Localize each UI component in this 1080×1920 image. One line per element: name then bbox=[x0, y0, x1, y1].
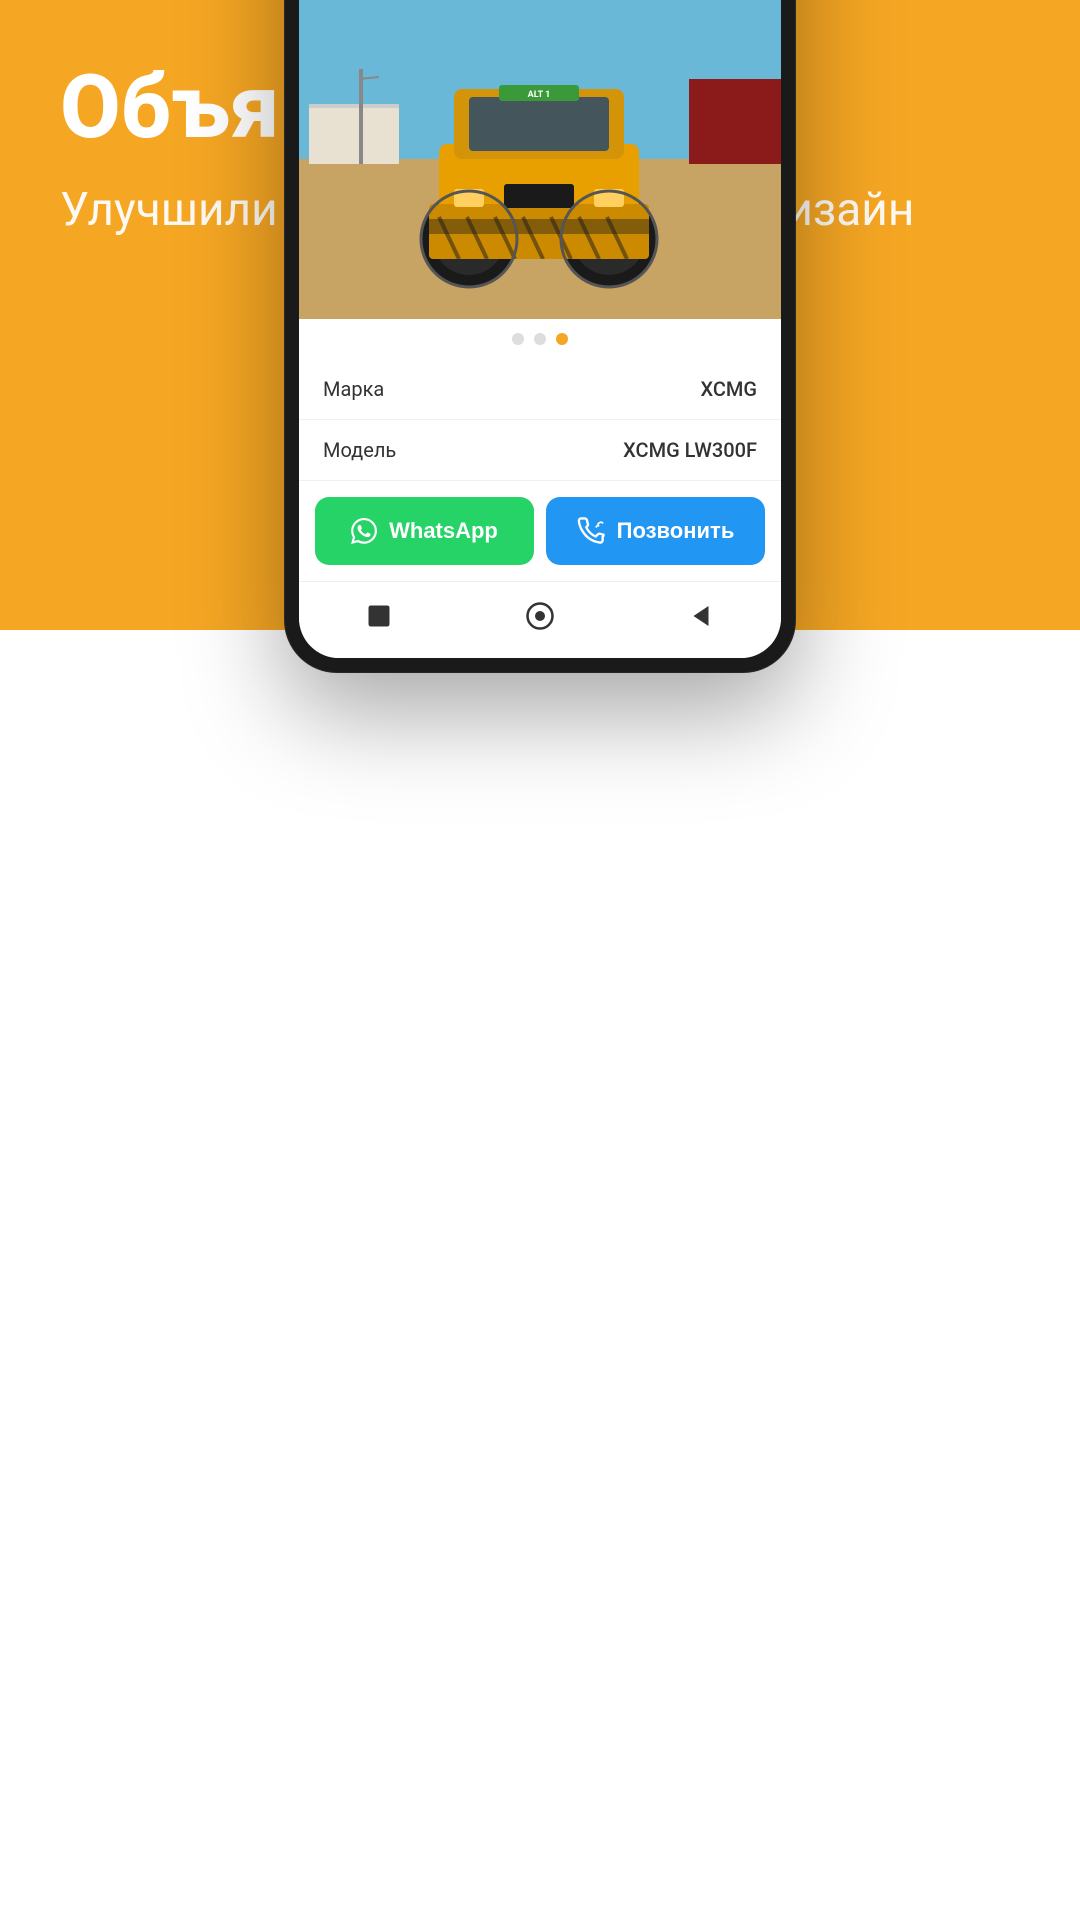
whatsapp-label: WhatsApp bbox=[389, 518, 498, 544]
square-icon bbox=[365, 602, 393, 630]
nav-square-button[interactable] bbox=[361, 598, 397, 634]
spec-row-model: Модель XCMG LW300F bbox=[299, 420, 781, 481]
whatsapp-icon bbox=[351, 518, 377, 544]
circle-icon bbox=[525, 601, 555, 631]
phone-icon bbox=[577, 517, 605, 545]
nav-home-button[interactable] bbox=[522, 598, 558, 634]
back-triangle-icon bbox=[686, 601, 716, 631]
spec-row-brand: Марка XCMG bbox=[299, 359, 781, 420]
whatsapp-button[interactable]: WhatsApp bbox=[315, 497, 534, 565]
phone-frame: 15:56 bbox=[285, 0, 795, 672]
phone-screen: 15:56 bbox=[299, 0, 781, 658]
call-button[interactable]: Позвонить bbox=[546, 497, 765, 565]
specs-table: Марка XCMG Модель XCMG LW300F bbox=[299, 359, 781, 481]
spec-label-model: Модель bbox=[323, 438, 396, 462]
dot-1 bbox=[512, 333, 524, 345]
image-dots bbox=[299, 319, 781, 359]
loader-illustration: ALT 1 bbox=[299, 0, 781, 319]
dot-3 bbox=[556, 333, 568, 345]
call-label: Позвонить bbox=[617, 518, 735, 544]
product-image: ALT 1 bbox=[299, 0, 781, 319]
white-section: 15:56 bbox=[0, 630, 1080, 1920]
action-buttons: WhatsApp Позвонить bbox=[299, 481, 781, 581]
spec-value-model: XCMG LW300F bbox=[623, 438, 757, 462]
spec-label-brand: Марка bbox=[323, 377, 384, 401]
dot-2 bbox=[534, 333, 546, 345]
svg-text:ALT 1: ALT 1 bbox=[528, 90, 551, 100]
spec-value-brand: XCMG bbox=[700, 377, 757, 401]
bottom-nav bbox=[299, 581, 781, 658]
phone-mockup: 15:56 bbox=[285, 0, 795, 672]
nav-back-button[interactable] bbox=[683, 598, 719, 634]
